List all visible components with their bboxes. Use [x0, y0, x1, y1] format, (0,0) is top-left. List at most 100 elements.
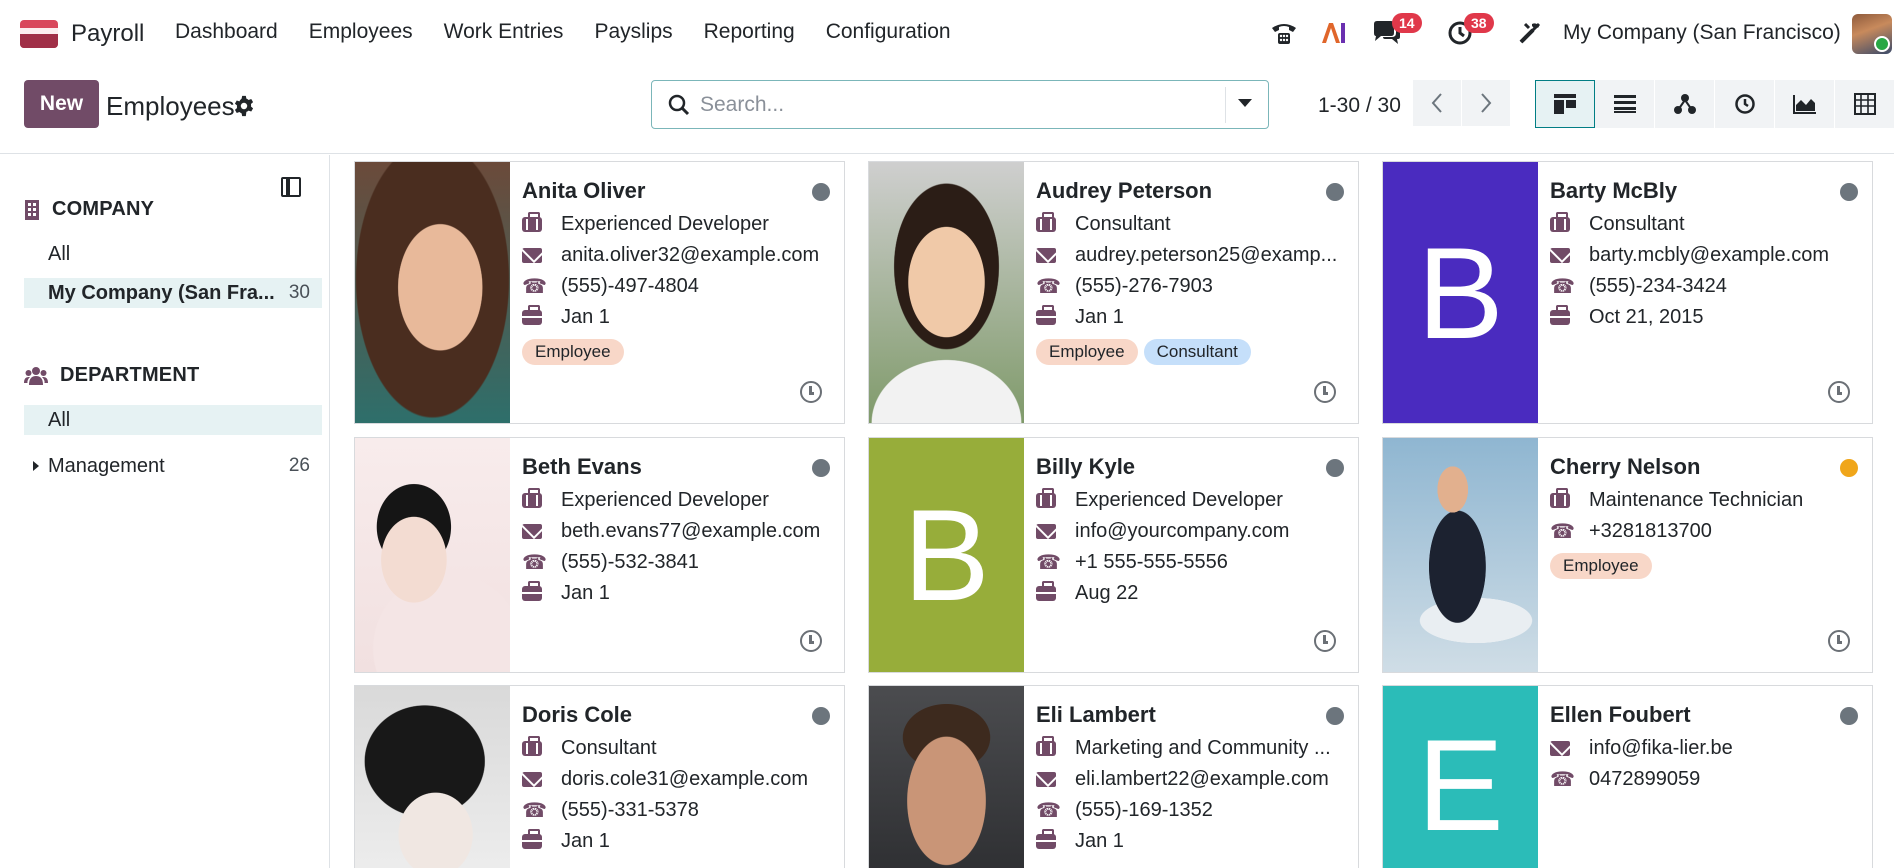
activity-clock-icon[interactable]: [1314, 381, 1336, 403]
employee-phone-row[interactable]: ☎ (555)-234-3424: [1550, 275, 1727, 298]
employee-email-row[interactable]: info@fika-lier.be: [1550, 737, 1733, 760]
activity-clock-icon[interactable]: [800, 630, 822, 652]
kanban-icon: [1554, 94, 1576, 114]
employee-card[interactable]: Audrey Peterson Consultant audrey.peterson…: [868, 161, 1359, 424]
search-options-toggle[interactable]: [1238, 99, 1252, 107]
department-item-count: 26: [288, 455, 310, 476]
menu-reporting[interactable]: Reporting: [704, 20, 795, 44]
employee-job-row: Consultant: [522, 736, 657, 760]
list-view-button[interactable]: [1595, 80, 1655, 128]
user-avatar[interactable]: [1852, 14, 1892, 54]
tag-badge[interactable]: Employee: [1550, 553, 1652, 579]
menu-employees[interactable]: Employees: [309, 20, 413, 44]
employee-card[interactable]: Beth Evans Experienced Developer beth.evan…: [354, 437, 845, 673]
employee-card[interactable]: Eli Lambert Marketing and Community ... el…: [868, 685, 1359, 868]
employee-date: Oct 21, 2015: [1589, 306, 1704, 328]
company-filter-header: COMPANY: [24, 198, 154, 221]
presence-status-icon: [1326, 183, 1344, 201]
employee-job-row: Consultant: [1550, 212, 1685, 236]
employee-phone-row[interactable]: ☎ (555)-169-1352: [1036, 799, 1213, 822]
employee-card[interactable]: E Ellen Foubert info@fika-lier.be ☎ 04728990…: [1382, 685, 1873, 868]
new-button[interactable]: New: [24, 80, 99, 128]
employee-avatar: E: [1383, 686, 1538, 868]
employee-email-row[interactable]: barty.mcbly@example.com: [1550, 244, 1829, 267]
list-icon: [1613, 95, 1636, 113]
employee-job-row: Maintenance Technician: [1550, 488, 1803, 512]
envelope-icon: [522, 248, 542, 263]
pager-value[interactable]: 1-30 / 30: [1318, 94, 1401, 118]
employee-card[interactable]: Cherry Nelson Maintenance Technician ☎ +328…: [1382, 437, 1873, 673]
suitcase-icon: [522, 829, 542, 849]
tag-badge[interactable]: Employee: [1036, 339, 1138, 365]
activity-view-button[interactable]: [1715, 80, 1775, 128]
department-filter-header: DEPARTMENT: [24, 364, 199, 387]
phone-icon: ☎: [522, 551, 547, 574]
company-switcher[interactable]: My Company (San Francisco): [1563, 21, 1841, 45]
briefcase-icon: [522, 212, 542, 232]
employee-email-row[interactable]: audrey.peterson25@examp...: [1036, 244, 1337, 267]
activity-clock-icon[interactable]: [1314, 630, 1336, 652]
employee-card[interactable]: Anita Oliver Experienced Developer anita.o…: [354, 161, 845, 424]
employee-phone-row[interactable]: ☎ (555)-331-5378: [522, 799, 699, 822]
pivot-view-button[interactable]: [1835, 80, 1894, 128]
tag-badge[interactable]: Employee: [522, 339, 624, 365]
hierarchy-view-button[interactable]: [1655, 80, 1715, 128]
sidebar-toggle-icon[interactable]: [281, 177, 301, 197]
tag-badge[interactable]: Consultant: [1143, 339, 1251, 365]
employee-card[interactable]: Doris Cole Consultant doris.cole31@example…: [354, 685, 845, 868]
activities-badge: 38: [1464, 13, 1494, 33]
employee-card[interactable]: B Barty McBly Consultant barty.mcbly@exampl…: [1382, 161, 1873, 424]
presence-status-icon: [812, 183, 830, 201]
employee-phone-row[interactable]: ☎ (555)-276-7903: [1036, 275, 1213, 298]
employee-email-row[interactable]: info@yourcompany.com: [1036, 520, 1289, 543]
employee-email-row[interactable]: doris.cole31@example.com: [522, 768, 808, 791]
department-header-label: DEPARTMENT: [60, 364, 200, 386]
employee-email-row[interactable]: anita.oliver32@example.com: [522, 244, 819, 267]
menu-configuration[interactable]: Configuration: [826, 20, 951, 44]
employee-email-row[interactable]: eli.lambert22@example.com: [1036, 768, 1329, 791]
kanban-view-button[interactable]: [1535, 80, 1595, 128]
briefcase-icon: [1036, 212, 1056, 232]
payroll-app-icon[interactable]: [20, 20, 58, 48]
company-item-all[interactable]: All: [24, 239, 322, 269]
company-item-my-company[interactable]: My Company (San Fra... 30: [24, 278, 322, 308]
pager-next[interactable]: [1462, 80, 1510, 126]
employee-job: Consultant: [1075, 213, 1171, 235]
ai-icon[interactable]: [1316, 14, 1352, 52]
pager-previous[interactable]: [1413, 80, 1461, 126]
employee-email: barty.mcbly@example.com: [1589, 244, 1829, 266]
menu-work-entries[interactable]: Work Entries: [444, 20, 564, 44]
employee-photo: [869, 162, 1024, 423]
presence-status-icon: [1326, 707, 1344, 725]
suitcase-icon: [1036, 305, 1056, 325]
menu-dashboard[interactable]: Dashboard: [175, 20, 278, 44]
phone-icon[interactable]: [1266, 14, 1302, 52]
employee-phone-row[interactable]: ☎ (555)-497-4804: [522, 275, 699, 298]
employee-email-row[interactable]: beth.evans77@example.com: [522, 520, 820, 543]
phone-icon: ☎: [522, 799, 547, 822]
gear-icon[interactable]: [233, 95, 255, 117]
search-panel: COMPANY All My Company (San Fra... 30 DE…: [0, 155, 330, 868]
employee-phone-row[interactable]: ☎ +1 555-555-5556: [1036, 551, 1228, 574]
department-item-management[interactable]: Management 26: [24, 451, 322, 481]
briefcase-icon: [522, 736, 542, 756]
employee-phone-row[interactable]: ☎ 0472899059: [1550, 768, 1700, 791]
employee-name: Ellen Foubert: [1550, 702, 1691, 727]
activity-clock-icon[interactable]: [1828, 630, 1850, 652]
employee-phone-row[interactable]: ☎ +3281813700: [1550, 520, 1712, 543]
graph-view-button[interactable]: [1775, 80, 1835, 128]
employee-card[interactable]: B Billy Kyle Experienced Developer info@you…: [868, 437, 1359, 673]
menu-payslips[interactable]: Payslips: [594, 20, 672, 44]
employee-name: Beth Evans: [522, 454, 642, 479]
activity-clock-icon[interactable]: [1828, 381, 1850, 403]
activity-clock-icon[interactable]: [800, 381, 822, 403]
app-name[interactable]: Payroll: [71, 20, 144, 48]
employee-date: Aug 22: [1075, 582, 1139, 604]
employee-phone-row[interactable]: ☎ (555)-532-3841: [522, 551, 699, 574]
phone-icon: ☎: [522, 275, 547, 298]
department-item-all[interactable]: All: [24, 405, 322, 435]
presence-status-icon: [1326, 459, 1344, 477]
search-input[interactable]: [700, 87, 1200, 123]
tools-icon[interactable]: [1512, 14, 1548, 52]
caret-right-icon[interactable]: [32, 460, 40, 472]
